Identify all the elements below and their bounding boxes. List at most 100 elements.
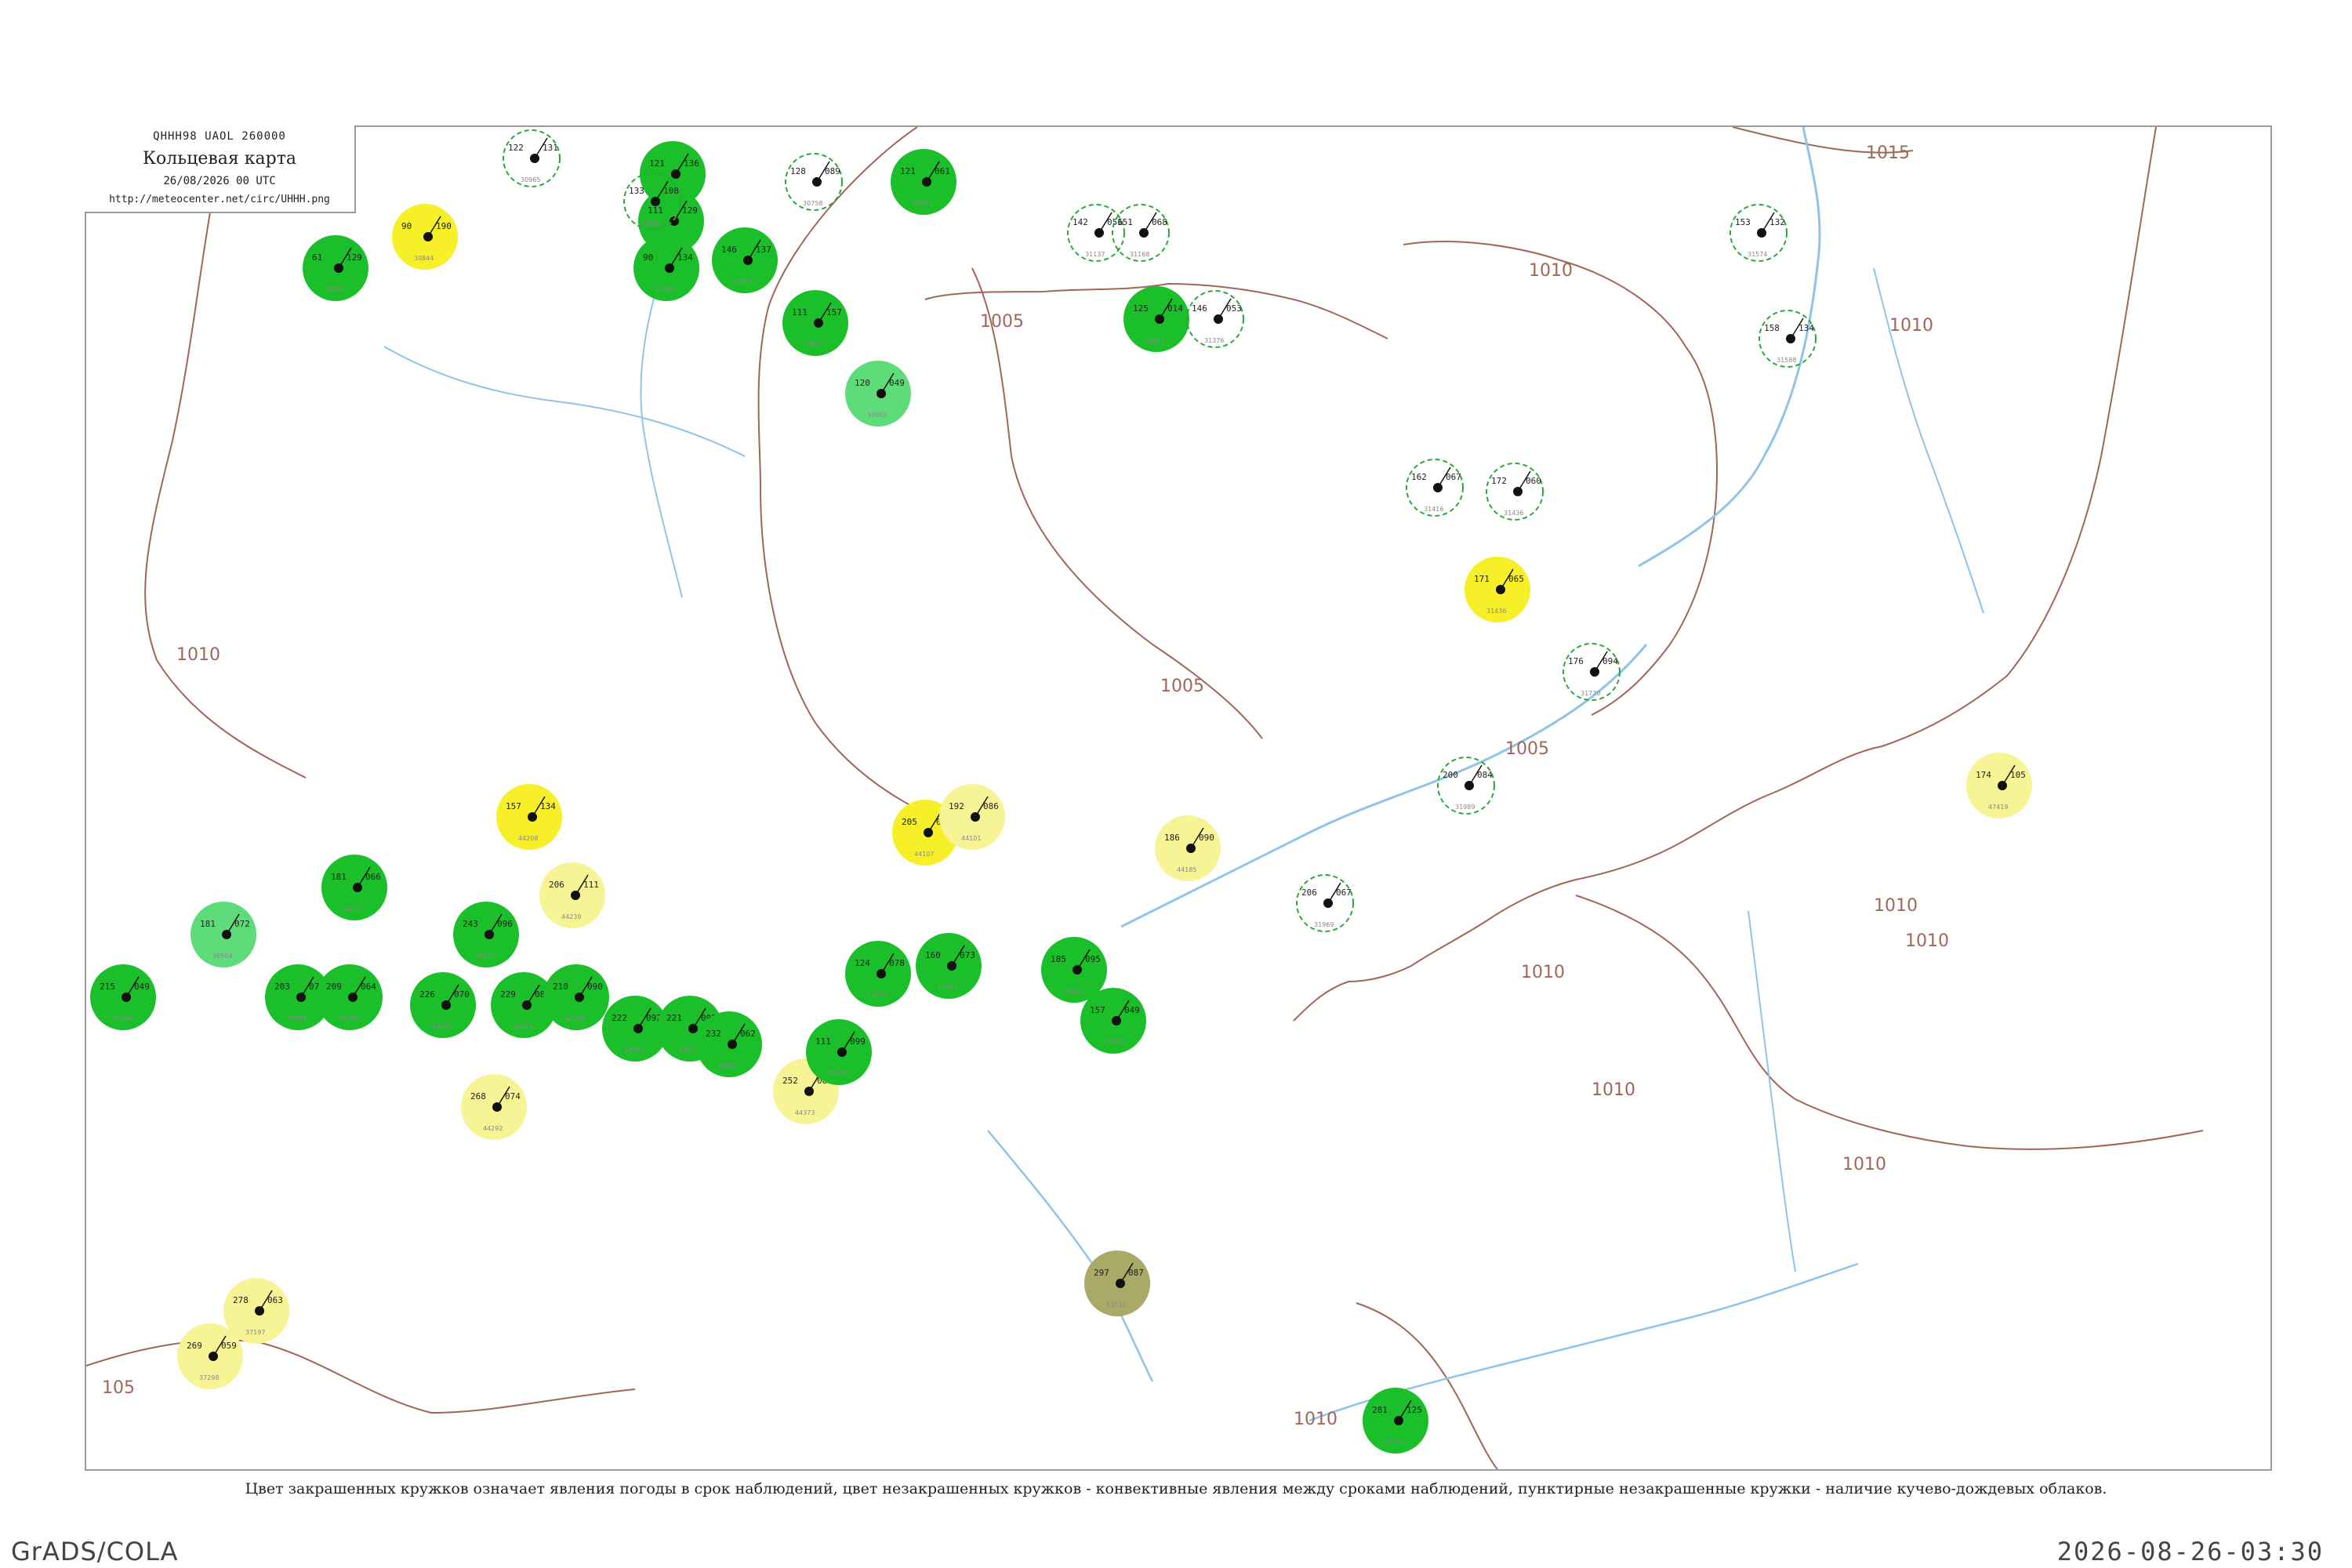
station-pressure: 137: [756, 245, 771, 255]
map-title: Кольцевая карта: [142, 149, 296, 169]
station-id: 31588: [1777, 357, 1796, 364]
station-pressure: 190: [436, 221, 452, 231]
station-id: 30965: [521, 176, 540, 183]
station-temperature: 157: [506, 801, 521, 811]
station-temperature: 176: [1568, 656, 1584, 666]
station-pressure: 049: [134, 982, 150, 992]
weather-station: 61 129 30052: [303, 235, 368, 301]
station-id: 31436: [1504, 510, 1523, 517]
station-pressure: 111: [583, 880, 599, 890]
station-temperature: 210: [553, 982, 568, 992]
station-id: 47132: [1385, 1439, 1404, 1446]
map-url: http://meteocenter.net/circ/UHHH.png: [109, 194, 330, 205]
station-pressure: 014: [1167, 303, 1183, 314]
station-layer: 6112930052901903084412113630550111129310…: [90, 129, 2032, 1454]
station-pressure: 125: [1406, 1405, 1422, 1415]
station-id: 30971: [1145, 337, 1165, 344]
station-id: 31574: [1748, 251, 1767, 258]
station-pressure: 074: [505, 1091, 521, 1102]
station-id: 53512: [1106, 1301, 1126, 1308]
station-temperature: 297: [1094, 1268, 1109, 1278]
river: [383, 346, 746, 457]
river: [640, 252, 683, 598]
station-id: 44101: [961, 835, 981, 842]
station-id: 44298: [565, 1015, 585, 1022]
station-temperature: 158: [1764, 323, 1780, 333]
weather-station: 268 074 44292: [461, 1074, 527, 1140]
station-temperature: 192: [949, 801, 964, 811]
isobar-labels: 1015 1010 1005 1005 1005 1010 1010 1010 1010 1010…: [102, 143, 1949, 1429]
station-id: 30871: [804, 341, 824, 348]
station-temperature: 243: [463, 919, 478, 929]
station-pressure: 087: [1128, 1268, 1144, 1278]
station-id: 44185: [1177, 866, 1196, 873]
station-id: 31416: [1424, 506, 1443, 513]
station-temperature: 181: [331, 872, 347, 882]
station-temperature: 128: [790, 166, 806, 176]
station-temperature: 133: [629, 186, 644, 196]
isobar-label: 1005: [1160, 677, 1204, 696]
weather-map: 1015 1010 1005 1005 1005 1010 1010 1010 1010 1010…: [85, 125, 2272, 1471]
station-temperature: 222: [612, 1013, 627, 1023]
station-id: 30844: [414, 255, 434, 262]
station-pressure: 060: [1526, 476, 1541, 486]
station-temperature: 221: [666, 1013, 682, 1023]
station-pressure: 134: [677, 252, 693, 263]
station-pressure: 059: [221, 1341, 237, 1351]
coastline: [1293, 127, 2157, 1022]
station-temperature: 121: [649, 158, 665, 169]
weather-station: 206 067 31969: [1296, 874, 1354, 932]
station-temperature: 153: [1735, 217, 1751, 227]
station-id: 31873: [867, 992, 887, 999]
station-temperature: 171: [1474, 574, 1490, 584]
weather-station: 160 073 31901: [916, 933, 982, 999]
river: [1748, 910, 1796, 1272]
station-id: 44313: [679, 1047, 699, 1054]
weather-station: 111 157 30871: [782, 290, 848, 356]
weather-station: 162 067 31416: [1406, 459, 1464, 517]
station-pressure: 049: [889, 378, 905, 388]
isobar-line: [86, 1339, 636, 1414]
station-id: 37298: [199, 1374, 219, 1381]
station-temperature: 226: [419, 989, 435, 1000]
station-temperature: 90: [401, 221, 412, 231]
station-pressure: 132: [1769, 217, 1785, 227]
station-pressure: 136: [684, 158, 699, 169]
weather-station: 281 125 47132: [1363, 1388, 1428, 1454]
station-temperature: 146: [721, 245, 737, 255]
station-temperature: 124: [855, 958, 870, 968]
weather-station: 181 072 36564: [191, 902, 256, 967]
station-pressure: 090: [1199, 833, 1214, 843]
weather-station: 206 111 44239: [539, 862, 605, 928]
weather-station: 111 099 31873: [806, 1019, 872, 1085]
station-id: 44305: [624, 1047, 644, 1054]
station-temperature: 111: [792, 307, 808, 318]
station-id: 30965: [867, 412, 887, 419]
isobar-label: 1005: [1505, 739, 1549, 759]
station-temperature: 146: [1192, 303, 1207, 314]
weather-station: 192 086 44101: [939, 784, 1005, 850]
isobar-line: [1575, 895, 2204, 1150]
weather-station: 232 062 44341: [696, 1011, 762, 1077]
station-pressure: 061: [935, 166, 950, 176]
station-pressure: 134: [1798, 323, 1814, 333]
station-temperature: 151: [1117, 217, 1133, 227]
station-temperature: 125: [1133, 303, 1149, 314]
isobar-label: 1010: [1905, 931, 1949, 951]
station-pressure: 129: [347, 252, 362, 263]
station-temperature: 209: [326, 982, 342, 992]
weather-station: 146 053 31376: [1186, 290, 1244, 348]
station-pressure: 063: [267, 1295, 283, 1305]
isobar-line: [757, 127, 981, 833]
map-caption: Цвет закрашенных кружков означает явлени…: [245, 1480, 2107, 1497]
weather-station: 186 090 44185: [1155, 815, 1221, 881]
station-temperature: 252: [782, 1076, 798, 1086]
station-temperature: 172: [1491, 476, 1507, 486]
station-id: 30992: [641, 220, 661, 227]
station-pressure: 094: [1602, 656, 1618, 666]
station-pressure: 053: [1226, 303, 1242, 314]
station-temperature: 268: [470, 1091, 486, 1102]
station-pressure: 066: [365, 872, 381, 882]
weather-station: 269 059 37298: [177, 1323, 243, 1389]
station-id: 44292: [483, 1125, 503, 1132]
